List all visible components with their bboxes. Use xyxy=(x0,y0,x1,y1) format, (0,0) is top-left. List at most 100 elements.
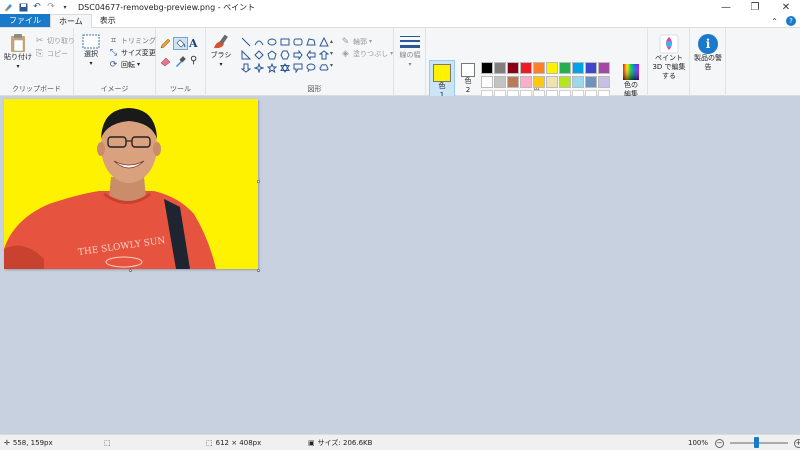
canvas-resize-corner-handle[interactable] xyxy=(257,269,260,272)
redo-icon[interactable]: ↷ xyxy=(46,2,56,12)
line-shape-icon[interactable] xyxy=(240,36,252,48)
canvas-workspace[interactable]: THE SLOWLY SUN xyxy=(0,96,800,434)
text-tool-icon[interactable]: A xyxy=(189,37,198,50)
edit-colors-button[interactable]: 色の編集 xyxy=(620,63,642,99)
right-triangle-shape-icon[interactable] xyxy=(240,49,252,61)
paste-dropdown-icon[interactable]: ▾ xyxy=(16,62,19,71)
palette-swatch[interactable] xyxy=(572,76,584,88)
product-alert-button[interactable]: i 製品の警告 xyxy=(692,34,724,72)
triangle-shape-icon[interactable] xyxy=(318,36,330,48)
rotate-dropdown-icon[interactable]: ▾ xyxy=(137,61,140,68)
tab-file[interactable]: ファイル xyxy=(0,14,50,27)
polygon-shape-icon[interactable] xyxy=(305,36,317,48)
down-arrow-shape-icon[interactable] xyxy=(240,62,252,74)
palette-swatch[interactable] xyxy=(481,76,493,88)
palette-swatch[interactable] xyxy=(559,76,571,88)
palette-swatch[interactable] xyxy=(507,62,519,74)
paste-button[interactable]: 貼り付け ▾ xyxy=(3,33,33,71)
select-button[interactable]: 選択 ▾ xyxy=(80,34,102,68)
resize-button[interactable]: ⤡ サイズ変更 xyxy=(108,47,156,58)
line-width-group: 線の幅 ▾ xyxy=(394,28,426,96)
fill-button[interactable]: ◈ 塗りつぶし ▾ xyxy=(340,48,393,59)
pencil-icon[interactable] xyxy=(160,38,171,49)
palette-swatch[interactable] xyxy=(546,62,558,74)
canvas-image[interactable]: THE SLOWLY SUN xyxy=(4,99,258,269)
disk-icon: ▣ xyxy=(308,439,315,447)
rect-callout-shape-icon[interactable] xyxy=(292,62,304,74)
line-width-button[interactable]: 線の幅 ▾ xyxy=(397,35,423,69)
tab-home[interactable]: ホーム xyxy=(50,14,92,28)
shapes-more-icon[interactable]: ▾ xyxy=(330,62,333,69)
palette-swatch[interactable] xyxy=(559,62,571,74)
help-icon[interactable]: ? xyxy=(786,16,796,26)
canvas-resize-bottom-handle[interactable] xyxy=(129,269,132,272)
close-icon[interactable]: ✕ xyxy=(766,0,800,14)
zoom-slider[interactable] xyxy=(730,437,789,448)
eraser-icon[interactable] xyxy=(160,56,171,67)
fill-dropdown-icon[interactable]: ▾ xyxy=(390,50,393,57)
palette-swatch[interactable] xyxy=(572,62,584,74)
undo-icon[interactable]: ↶ xyxy=(32,2,42,12)
palette-swatch[interactable] xyxy=(494,62,506,74)
five-point-star-shape-icon[interactable] xyxy=(266,62,278,74)
line-width-dropdown-icon[interactable]: ▾ xyxy=(408,60,411,69)
copy-button[interactable]: ⎘ コピー xyxy=(34,48,68,59)
up-arrow-shape-icon[interactable] xyxy=(318,49,330,61)
pentagon-shape-icon[interactable] xyxy=(266,49,278,61)
color2-swatch xyxy=(461,63,475,77)
paint-app-icon[interactable] xyxy=(4,2,14,12)
diamond-shape-icon[interactable] xyxy=(253,49,265,61)
oval-shape-icon[interactable] xyxy=(266,36,278,48)
copy-label: コピー xyxy=(47,49,68,58)
fill-bucket-icon[interactable] xyxy=(173,37,188,50)
copy-icon: ⎘ xyxy=(35,48,44,59)
palette-swatch[interactable] xyxy=(585,76,597,88)
tab-view[interactable]: 表示 xyxy=(92,14,124,27)
curve-shape-icon[interactable] xyxy=(253,36,265,48)
shapes-scroll-down-icon[interactable]: ▾ xyxy=(330,50,333,57)
crop-button[interactable]: ⌗ トリミング xyxy=(108,35,156,46)
zoom-in-icon[interactable]: + xyxy=(794,438,800,448)
four-point-star-shape-icon[interactable] xyxy=(253,62,265,74)
oval-callout-shape-icon[interactable] xyxy=(305,62,317,74)
edit-with-paint3d-button[interactable]: ペイント 3D で編集する xyxy=(649,34,689,81)
save-icon[interactable] xyxy=(18,2,28,12)
canvas-resize-right-handle[interactable] xyxy=(257,180,260,183)
resize-label: サイズ変更 xyxy=(121,48,156,57)
palette-swatch[interactable] xyxy=(585,62,597,74)
cut-button[interactable]: ✂ 切り取り xyxy=(34,35,75,46)
right-arrow-shape-icon[interactable] xyxy=(292,49,304,61)
palette-swatch[interactable] xyxy=(546,76,558,88)
rectangle-shape-icon[interactable] xyxy=(279,36,291,48)
zoom-out-icon[interactable]: − xyxy=(715,438,725,448)
outline-dropdown-icon[interactable]: ▾ xyxy=(369,38,372,45)
palette-swatch[interactable] xyxy=(598,76,610,88)
palette-swatch[interactable] xyxy=(520,62,532,74)
rotate-button[interactable]: ⟳ 回転 ▾ xyxy=(108,59,140,70)
collapse-ribbon-icon[interactable]: ⌃ xyxy=(771,17,778,26)
rounded-rectangle-shape-icon[interactable] xyxy=(292,36,304,48)
quick-access-dropdown-icon[interactable]: ▾ xyxy=(60,2,70,12)
select-dropdown-icon[interactable]: ▾ xyxy=(89,59,92,68)
palette-swatch[interactable] xyxy=(598,62,610,74)
color2-button[interactable]: 色 2 xyxy=(457,63,479,95)
palette-swatch[interactable] xyxy=(481,62,493,74)
palette-swatch[interactable] xyxy=(533,62,545,74)
palette-swatch[interactable] xyxy=(520,76,532,88)
six-point-star-shape-icon[interactable] xyxy=(279,62,291,74)
shapes-scroll-up-icon[interactable]: ▴ xyxy=(330,38,333,45)
brush-button[interactable]: ブラシ ▾ xyxy=(208,33,234,69)
left-arrow-shape-icon[interactable] xyxy=(305,49,317,61)
magnifier-icon[interactable]: ⚲ xyxy=(190,55,197,66)
color-picker-icon[interactable] xyxy=(175,56,186,67)
cloud-callout-shape-icon[interactable] xyxy=(318,62,330,74)
palette-swatch[interactable] xyxy=(507,76,519,88)
outline-button[interactable]: ✎ 輪郭 ▾ xyxy=(340,36,372,47)
window-title: DSC04677-removebg-preview.png - ペイント xyxy=(78,2,256,12)
palette-swatch[interactable] xyxy=(533,76,545,88)
palette-swatch[interactable] xyxy=(494,76,506,88)
image-group-label: イメージ xyxy=(100,85,129,93)
zoom-slider-thumb[interactable] xyxy=(754,437,760,448)
hexagon-shape-icon[interactable] xyxy=(279,49,291,61)
brush-dropdown-icon[interactable]: ▾ xyxy=(219,60,222,69)
